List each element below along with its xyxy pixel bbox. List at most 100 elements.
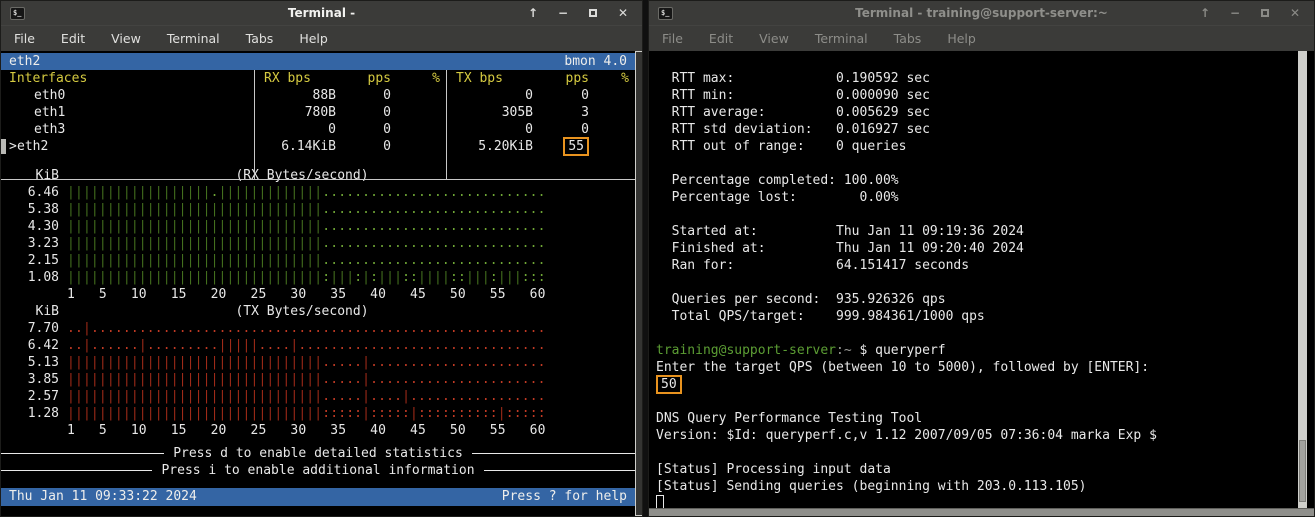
annotation-highlight-box: 55	[563, 137, 589, 156]
terminal-line	[656, 206, 1298, 223]
rollup-button[interactable]: ↑	[1198, 6, 1212, 20]
terminal-line: Total QPS/target: 999.984361/1000 qps	[656, 308, 1298, 325]
terminal-line: RTT average: 0.005629 sec	[656, 104, 1298, 121]
graph-row: 3.85||||||||||||||||||||||||||||||||....…	[1, 371, 635, 388]
close-button[interactable]: ✕	[1288, 6, 1302, 20]
graph-rows: 6.46||||||||||||||||||.|||||||||||||....…	[1, 184, 635, 286]
terminal-line	[656, 393, 1298, 410]
terminal-line: [Status] Processing input data	[656, 461, 1298, 478]
interface-table: Interfaces RX bps pps % TX bps pps % eth…	[1, 70, 635, 155]
close-button[interactable]: ✕	[616, 6, 630, 20]
interface-name: >eth2	[1, 138, 254, 155]
y-tick-label: 1.28	[1, 405, 67, 422]
terminal-window-queryperf: $_ Terminal - training@support-server:~ …	[648, 0, 1315, 517]
hint-additional-information: Press i to enable additional information	[1, 462, 635, 479]
rollup-button[interactable]: ↑	[526, 6, 540, 20]
col-rx-bps: RX bps	[254, 70, 346, 87]
y-tick-label: 6.42	[1, 337, 67, 354]
menu-terminal[interactable]: Terminal	[815, 31, 868, 46]
graph-cells: ||||||||||||||||||||||||||||||||:::::|::…	[67, 405, 546, 422]
tx-pps-value: 55	[543, 138, 601, 155]
minimize-button[interactable]: −	[1228, 6, 1242, 20]
y-tick-label: 3.85	[1, 371, 67, 388]
menu-terminal[interactable]: Terminal	[167, 31, 220, 46]
graph-unit-label: KiB	[1, 167, 67, 184]
bmon-version: bmon 4.0	[564, 53, 627, 70]
terminal-line: Enter the target QPS (between 10 to 5000…	[656, 359, 1298, 376]
menubar: File Edit View Terminal Tabs Help	[1, 25, 642, 51]
col-rx-pct: %	[401, 70, 446, 87]
graph-row: 7.70..|.................................…	[1, 320, 635, 337]
col-tx-bps: TX bps	[446, 70, 543, 87]
menu-view[interactable]: View	[759, 31, 789, 46]
interface-name: eth1	[1, 104, 254, 121]
table-row[interactable]: eth0 88B 0 0 0	[1, 87, 635, 104]
table-row[interactable]: eth1 780B 0 305B 3	[1, 104, 635, 121]
table-row-selected[interactable]: >eth2 6.14KiB 0 5.20KiB 55	[1, 138, 635, 155]
tx-pct-value	[601, 121, 635, 138]
menu-edit[interactable]: Edit	[61, 31, 85, 46]
terminal-line: training@support-server:~ $ queryperf	[656, 342, 1298, 359]
terminal-line	[656, 274, 1298, 291]
graph-row: 2.57||||||||||||||||||||||||||||||||....…	[1, 388, 635, 405]
prompt-path: :~	[836, 343, 852, 358]
menu-file[interactable]: File	[662, 31, 683, 46]
titlebar[interactable]: $_ Terminal - ↑ − ✕	[1, 1, 642, 25]
rx-graph: KiB (RX Bytes/second) 6.46||||||||||||||…	[1, 167, 635, 303]
table-row[interactable]: eth3 0 0 0 0	[1, 121, 635, 138]
hint-detailed-statistics: Press d to enable detailed statistics	[1, 445, 635, 462]
terminal-line: Ran for: 64.151417 seconds	[656, 257, 1298, 274]
graph-row: 5.38||||||||||||||||||||||||||||||||....…	[1, 201, 635, 218]
prompt-command: $ queryperf	[852, 343, 946, 358]
status-help: Press ? for help	[502, 488, 627, 506]
scrollbar-thumb[interactable]	[1299, 440, 1306, 502]
terminal-line: Queries per second: 935.926326 qps	[656, 291, 1298, 308]
terminal-line: 50	[656, 376, 1298, 393]
col-tx-pct: %	[601, 70, 635, 87]
graph-cells: ..|......|.........|||||....|...........…	[67, 337, 546, 354]
bmon-screen: eth2 bmon 4.0 Interfaces RX bps pps % TX…	[1, 51, 635, 516]
bmon-selected-interface: eth2	[9, 53, 40, 70]
maximize-icon	[1261, 9, 1269, 17]
terminal-line: DNS Query Performance Testing Tool	[656, 410, 1298, 427]
rx-pps-value: 0	[346, 121, 401, 138]
terminal-line	[656, 444, 1298, 461]
maximize-button[interactable]	[1258, 6, 1272, 20]
graph-title: (RX Bytes/second)	[67, 167, 537, 184]
graph-unit-label: KiB	[1, 303, 67, 320]
graph-row: 1.08||||||||||||||||||||||||||||||||:|||…	[1, 269, 635, 286]
rx-pct-value	[401, 104, 446, 121]
graph-cells: ||||||||||||||||||||||||||||||||.....|..…	[67, 388, 546, 405]
titlebar[interactable]: $_ Terminal - training@support-server:~ …	[649, 1, 1314, 25]
terminal-line: [Status] Sending queries (beginning with…	[656, 478, 1298, 495]
menu-view[interactable]: View	[111, 31, 141, 46]
tx-pps-value: 0	[543, 121, 601, 138]
tx-bps-value: 0	[446, 87, 543, 104]
y-tick-label: 2.15	[1, 252, 67, 269]
menu-tabs[interactable]: Tabs	[246, 31, 274, 46]
menu-help[interactable]: Help	[947, 31, 976, 46]
mouse-cursor-artifact	[1, 139, 6, 154]
graph-cells: ||||||||||||||||||||||||||||||||........…	[67, 252, 546, 269]
menu-edit[interactable]: Edit	[709, 31, 733, 46]
table-header-row: Interfaces RX bps pps % TX bps pps %	[1, 70, 635, 87]
scrollbar[interactable]	[635, 51, 642, 516]
rx-bps-value: 6.14KiB	[254, 138, 346, 155]
tx-pct-value	[601, 87, 635, 104]
col-rx-pps: pps	[346, 70, 401, 87]
graph-row: 2.15||||||||||||||||||||||||||||||||....…	[1, 252, 635, 269]
annotation-highlight-box: 50	[656, 375, 682, 394]
scrollbar[interactable]	[1298, 51, 1307, 508]
selection-marker-icon: >	[9, 138, 17, 155]
minimize-button[interactable]: −	[556, 6, 570, 20]
menu-tabs[interactable]: Tabs	[894, 31, 922, 46]
y-tick-label: 6.46	[1, 184, 67, 201]
maximize-button[interactable]	[586, 6, 600, 20]
hint-text: Press d to enable detailed statistics	[164, 445, 472, 462]
terminal-cursor	[656, 495, 664, 508]
graph-cells: ||||||||||||||||||||||||||||||||........…	[67, 235, 546, 252]
menu-help[interactable]: Help	[299, 31, 328, 46]
menu-file[interactable]: File	[14, 31, 35, 46]
col-tx-pps: pps	[543, 70, 601, 87]
y-tick-label: 1.08	[1, 269, 67, 286]
